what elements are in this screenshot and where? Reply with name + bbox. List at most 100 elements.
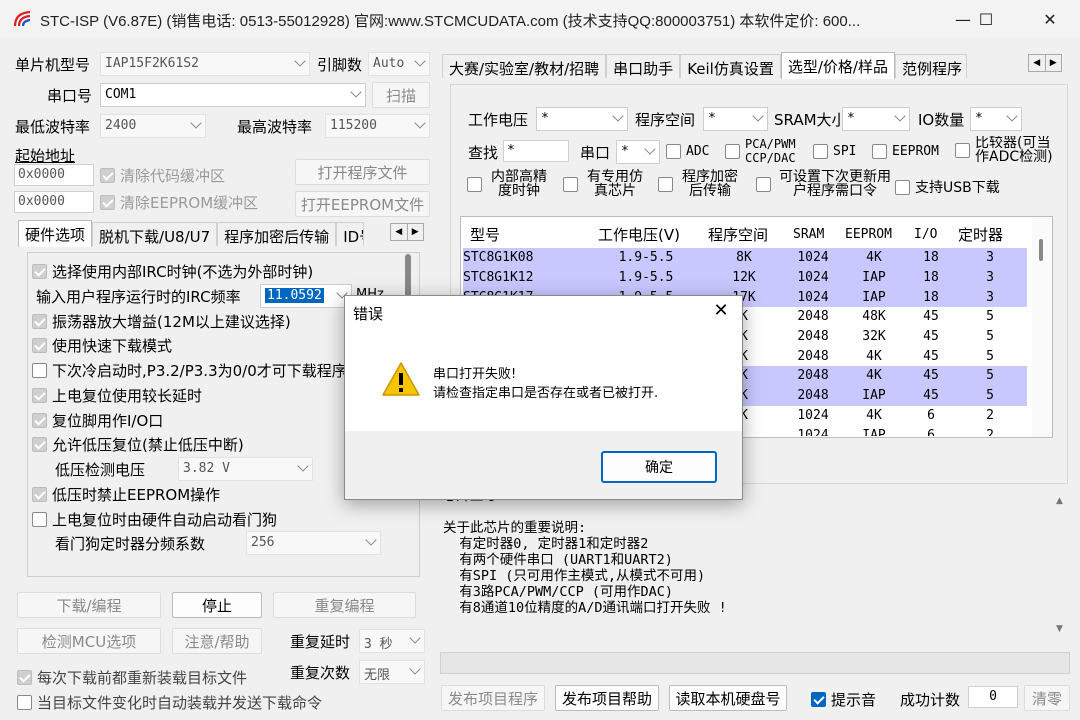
left-tab-scroller[interactable]: ◀ ▶ <box>390 223 424 241</box>
column-header-sram[interactable]: SRAM <box>793 227 824 242</box>
download-button[interactable]: 下载/编程 <box>17 592 161 618</box>
filter-internal-clock[interactable]: 内部高精度时钟 <box>467 170 551 198</box>
filter-pca-pwm[interactable]: PCA/PWM CCP/DAC <box>725 137 807 165</box>
tab-offline-download[interactable]: 脱机下载/U8/U7 <box>92 222 218 246</box>
code-address-input[interactable]: 0x0000 <box>14 164 94 186</box>
voltage-select[interactable]: * <box>536 107 628 131</box>
reload-each-download-checkbox[interactable]: 每次下载前都重新装载目标文件 <box>17 667 247 688</box>
filter-comparator[interactable]: 比较器(可当作ADC检测) <box>955 136 1060 164</box>
wdt-select[interactable]: 256 <box>246 531 381 555</box>
clear-eeprom-checkbox[interactable]: 清除EEPROM缓冲区 <box>100 192 258 213</box>
arrow-up-icon[interactable]: ▲ <box>1056 496 1063 506</box>
help-button[interactable]: 注意/帮助 <box>172 628 262 654</box>
mcu-type-select[interactable]: IAP15F2K61S2 <box>100 52 310 76</box>
dialog-close-button[interactable]: ✕ <box>709 300 733 321</box>
tab-encrypted-transfer[interactable]: 程序加密后传输 <box>217 222 337 246</box>
column-header-voltage[interactable]: 工作电压(V) <box>598 224 680 245</box>
checkbox-icon <box>32 264 47 279</box>
pins-select[interactable]: Auto <box>368 52 430 76</box>
dialog-ok-button[interactable]: 确定 <box>601 451 717 483</box>
filter-encrypted[interactable]: 程序加密后传输 <box>658 170 742 198</box>
option-reset-as-io[interactable]: 复位脚用作I/O口 <box>32 410 163 431</box>
find-input[interactable]: * <box>503 140 569 162</box>
option-internal-irc[interactable]: 选择使用内部IRC时钟(不选为外部时钟) <box>32 261 313 282</box>
column-header-io[interactable]: I/O <box>914 227 937 242</box>
column-header-timer[interactable]: 定时器 <box>958 224 1003 245</box>
scan-button[interactable]: 扫描 <box>372 82 430 108</box>
column-header-model[interactable]: 型号 <box>470 224 500 245</box>
scrollbar-thumb[interactable] <box>1039 239 1043 261</box>
tab-competition[interactable]: 大赛/实验室/教材/招聘 <box>442 54 607 78</box>
tab-selection-price[interactable]: 选型/价格/样品 <box>780 52 895 79</box>
option-auto-watchdog[interactable]: 上电复位时由硬件自动启动看门狗 <box>32 509 277 530</box>
arrow-down-icon[interactable]: ▼ <box>1056 624 1063 634</box>
uart-select[interactable]: * <box>616 140 660 164</box>
info-scrollbar[interactable]: ▲ ▼ <box>1052 490 1070 640</box>
tab-hardware-options[interactable]: 硬件选项 <box>18 220 93 247</box>
table-cell-sram: 1024 <box>787 267 839 288</box>
beep-checkbox[interactable]: 提示音 <box>811 689 876 710</box>
column-header-flash[interactable]: 程序空间 <box>708 224 768 245</box>
filter-update-password[interactable]: 可设置下次更新用户程序需口令 <box>756 170 894 198</box>
right-tab-scroller[interactable]: ◀ ▶ <box>1028 54 1062 72</box>
option-lvd-disable-eeprom[interactable]: 低压时禁止EEPROM操作 <box>32 484 220 505</box>
clear-count-button[interactable]: 清零 <box>1024 685 1070 711</box>
clear-code-checkbox[interactable]: 清除代码缓冲区 <box>100 165 225 186</box>
open-program-button[interactable]: 打开程序文件 <box>295 159 430 185</box>
filter-spi[interactable]: SPI <box>813 144 856 159</box>
tab-serial-assistant[interactable]: 串口助手 <box>606 54 681 78</box>
lvd-select[interactable]: 3.82 V <box>178 457 313 481</box>
option-low-voltage-reset[interactable]: 允许低压复位(禁止低压中断) <box>32 434 244 455</box>
table-scrollbar[interactable] <box>1032 217 1052 437</box>
read-disk-id-button[interactable]: 读取本机硬盘号 <box>669 685 787 711</box>
port-select[interactable]: COM1 <box>100 83 366 107</box>
maximize-button[interactable]: ☐ <box>963 0 1009 38</box>
arrow-right-icon[interactable]: ▶ <box>1046 55 1062 71</box>
table-cell-flash: 8K <box>701 248 787 268</box>
arrow-left-icon[interactable]: ◀ <box>1029 55 1046 71</box>
dialog-message-line2: 请检查指定串口是否存在或者已被打开. <box>433 386 659 401</box>
reprogram-button[interactable]: 重复编程 <box>273 592 416 618</box>
auto-load-checkbox[interactable]: 当目标文件变化时自动装载并发送下载命令 <box>17 692 322 713</box>
filter-adc[interactable]: ADC <box>666 144 709 159</box>
tab-id[interactable]: ID号 <box>336 222 365 246</box>
voltage-value: * <box>541 111 549 126</box>
tab-keil-sim[interactable]: Keil仿真设置 <box>680 54 781 78</box>
max-baud-select[interactable]: 115200 <box>325 114 430 138</box>
option-osc-gain[interactable]: 振荡器放大增益(12M以上建议选择) <box>32 311 291 332</box>
eeprom-address-input[interactable]: 0x0000 <box>14 191 94 213</box>
filter-usb-download[interactable]: 支持USB下载 <box>895 177 1000 197</box>
detect-mcu-button[interactable]: 检测MCU选项 <box>17 628 161 654</box>
tab-examples[interactable]: 范例程序 <box>894 54 967 78</box>
io-select[interactable]: * <box>970 107 1022 131</box>
checkbox-icon <box>563 176 578 192</box>
column-header-eeprom[interactable]: EEPROM <box>845 227 892 242</box>
sram-select[interactable]: * <box>842 107 910 131</box>
table-cell-timer: 5 <box>953 366 1027 386</box>
option-label: 选择使用内部IRC时钟(不选为外部时钟) <box>52 263 314 281</box>
arrow-right-icon[interactable]: ▶ <box>408 224 424 240</box>
mcu-type-label: 单片机型号 <box>15 56 91 74</box>
publish-project-button[interactable]: 发布项目程序 <box>441 685 545 711</box>
option-long-reset-delay[interactable]: 上电复位使用较长延时 <box>32 385 202 406</box>
filter-sim-chip[interactable]: 有专用仿真芯片 <box>563 170 647 198</box>
table-cell-sram: 2048 <box>797 329 829 345</box>
min-baud-select[interactable]: 2400 <box>100 114 206 138</box>
irc-freq-select[interactable]: 11.0592 <box>260 284 352 308</box>
option-fast-download[interactable]: 使用快速下载模式 <box>32 335 172 356</box>
chevron-down-icon <box>350 86 362 98</box>
maximize-icon: ☐ <box>978 9 994 29</box>
table-row[interactable]: STC8G1K12 1.9-5.5 12K 1024 IAP 18 3 <box>463 267 1027 288</box>
repeat-delay-select[interactable]: 3 秒 <box>359 629 425 653</box>
filter-eeprom[interactable]: EEPROM <box>872 144 939 159</box>
open-eeprom-button[interactable]: 打开EEPROM文件 <box>295 191 430 217</box>
stop-button[interactable]: 停止 <box>172 592 262 618</box>
chevron-down-icon <box>414 117 426 129</box>
arrow-left-icon[interactable]: ◀ <box>391 224 408 240</box>
table-row[interactable]: STC8G1K08 1.9-5.5 8K 1024 4K 18 3 <box>463 248 1027 268</box>
table-cell-flash: 12K <box>701 267 787 288</box>
flash-select[interactable]: * <box>703 107 768 131</box>
repeat-count-select[interactable]: 无限 <box>359 660 425 684</box>
publish-help-button[interactable]: 发布项目帮助 <box>555 685 659 711</box>
close-button[interactable]: ✕ <box>1027 0 1073 38</box>
